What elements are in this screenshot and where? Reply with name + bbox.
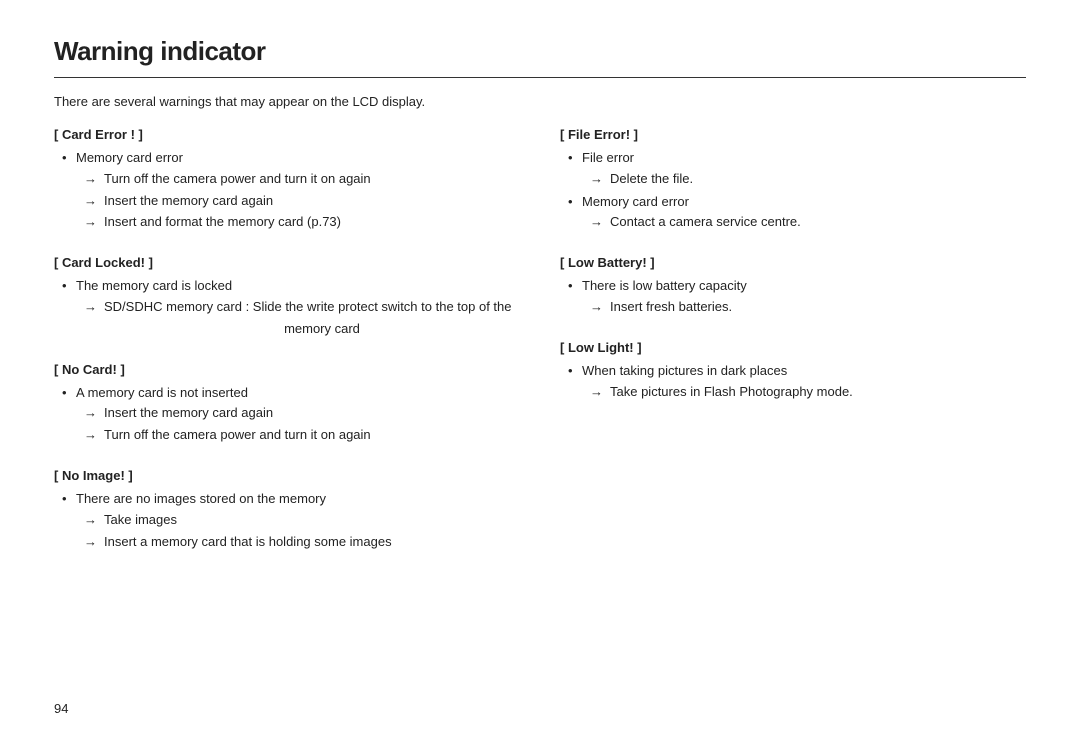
- list-item: Turn off the camera power and turn it on…: [84, 169, 520, 190]
- list-item: Take images: [84, 510, 520, 531]
- section-file-error: [ File Error! ] File error Delete the fi…: [560, 127, 1026, 233]
- section-low-battery: [ Low Battery! ] There is low battery ca…: [560, 255, 1026, 318]
- list-item: Take pictures in Flash Photography mode.: [590, 382, 1026, 403]
- list-item: Insert a memory card that is holding som…: [84, 532, 520, 553]
- list-item: There is low battery capacity Insert fre…: [568, 276, 1026, 318]
- list-item: Turn off the camera power and turn it on…: [84, 425, 520, 446]
- no-image-title: [ No Image! ]: [54, 468, 520, 483]
- no-card-sub-list: Insert the memory card again Turn off th…: [84, 403, 520, 446]
- card-locked-list: The memory card is locked SD/SDHC memory…: [54, 276, 520, 339]
- card-locked-title: [ Card Locked! ]: [54, 255, 520, 270]
- card-error-sub-list: Turn off the camera power and turn it on…: [84, 169, 520, 233]
- section-low-light: [ Low Light! ] When taking pictures in d…: [560, 340, 1026, 403]
- list-item-indent: memory card: [124, 319, 520, 340]
- left-column: [ Card Error ! ] Memory card error Turn …: [54, 127, 520, 574]
- section-no-image: [ No Image! ] There are no images stored…: [54, 468, 520, 552]
- list-item: When taking pictures in dark places Take…: [568, 361, 1026, 403]
- list-item: Delete the file.: [590, 169, 1026, 190]
- section-no-card: [ No Card! ] A memory card is not insert…: [54, 362, 520, 446]
- low-light-title: [ Low Light! ]: [560, 340, 1026, 355]
- title-divider: [54, 77, 1026, 78]
- list-item: SD/SDHC memory card : Slide the write pr…: [84, 297, 520, 318]
- list-item: Insert fresh batteries.: [590, 297, 1026, 318]
- file-error-list: File error Delete the file. Memory card …: [560, 148, 1026, 233]
- file-error-title: [ File Error! ]: [560, 127, 1026, 142]
- no-image-sub-list: Take images Insert a memory card that is…: [84, 510, 520, 553]
- main-content: [ Card Error ! ] Memory card error Turn …: [54, 127, 1026, 574]
- list-item: Memory card error Turn off the camera po…: [62, 148, 520, 233]
- right-column: [ File Error! ] File error Delete the fi…: [560, 127, 1026, 574]
- list-item: There are no images stored on the memory…: [62, 489, 520, 552]
- list-item: Insert the memory card again: [84, 403, 520, 424]
- list-item: A memory card is not inserted Insert the…: [62, 383, 520, 446]
- list-item: Insert and format the memory card (p.73): [84, 212, 520, 233]
- low-battery-title: [ Low Battery! ]: [560, 255, 1026, 270]
- page-number: 94: [54, 701, 68, 716]
- list-item: File error Delete the file.: [568, 148, 1026, 190]
- card-locked-sub-list: SD/SDHC memory card : Slide the write pr…: [84, 297, 520, 340]
- list-item: The memory card is locked SD/SDHC memory…: [62, 276, 520, 339]
- no-card-list: A memory card is not inserted Insert the…: [54, 383, 520, 446]
- list-item: Memory card error Contact a camera servi…: [568, 192, 1026, 234]
- card-error-title: [ Card Error ! ]: [54, 127, 520, 142]
- intro-text: There are several warnings that may appe…: [54, 94, 1026, 109]
- page-title: Warning indicator: [54, 36, 1026, 67]
- no-card-title: [ No Card! ]: [54, 362, 520, 377]
- low-battery-list: There is low battery capacity Insert fre…: [560, 276, 1026, 318]
- list-item: Contact a camera service centre.: [590, 212, 1026, 233]
- no-image-list: There are no images stored on the memory…: [54, 489, 520, 552]
- low-light-list: When taking pictures in dark places Take…: [560, 361, 1026, 403]
- card-error-list: Memory card error Turn off the camera po…: [54, 148, 520, 233]
- section-card-error: [ Card Error ! ] Memory card error Turn …: [54, 127, 520, 233]
- section-card-locked: [ Card Locked! ] The memory card is lock…: [54, 255, 520, 339]
- list-item: Insert the memory card again: [84, 191, 520, 212]
